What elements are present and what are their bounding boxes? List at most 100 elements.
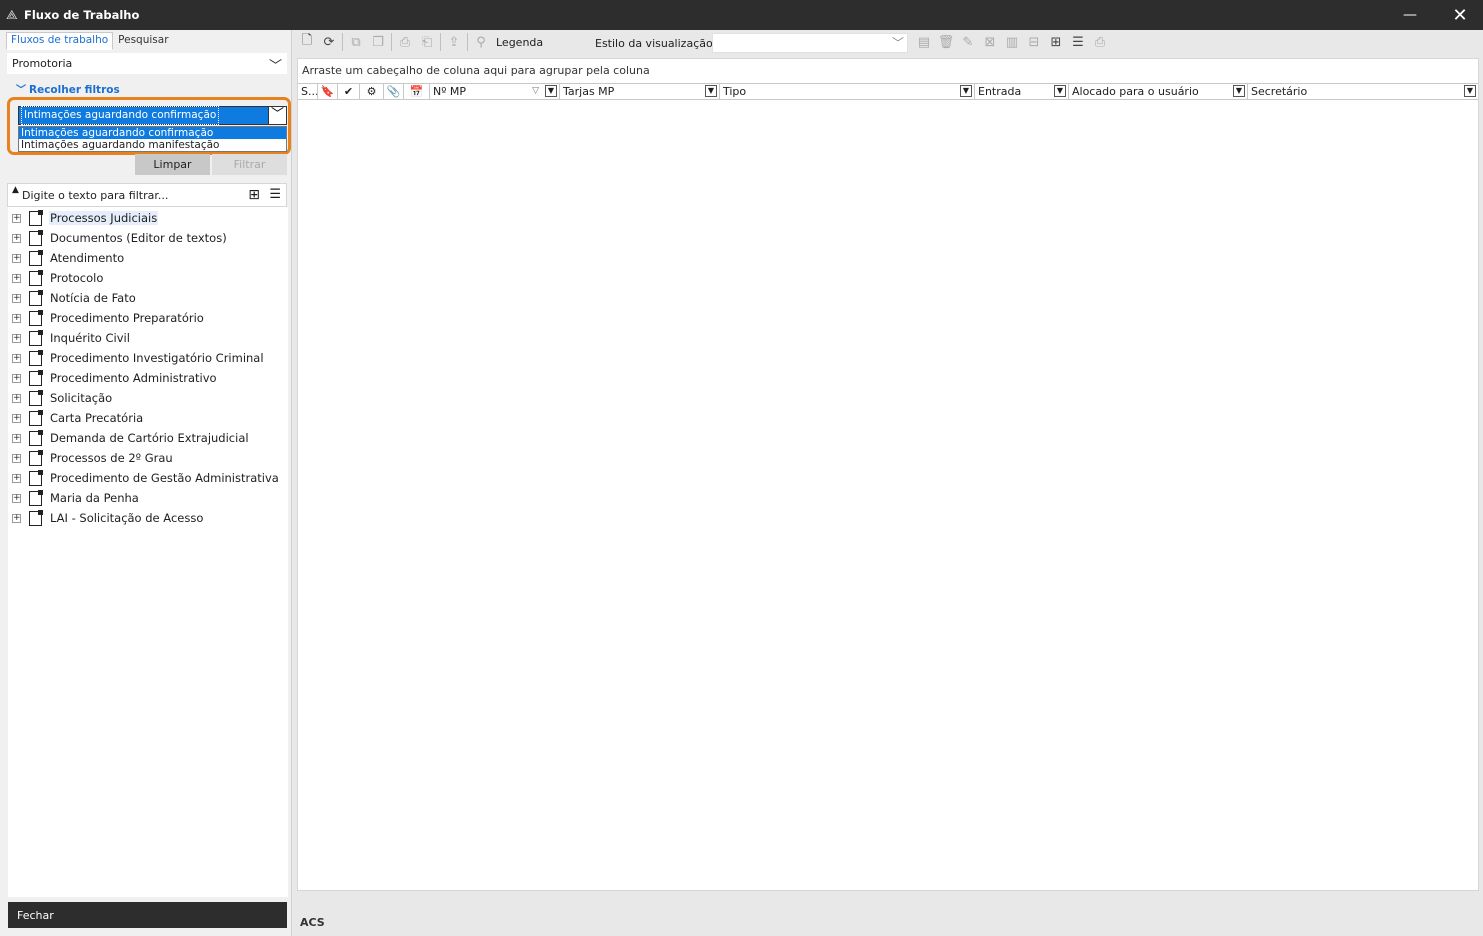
tree-item[interactable]: + Procedimento Preparatório bbox=[8, 308, 205, 328]
tree-item[interactable]: + Atendimento bbox=[8, 248, 125, 268]
chevron-down-icon[interactable]: ﹀ bbox=[268, 106, 287, 125]
check-column-icon[interactable]: ✔ bbox=[338, 84, 360, 99]
legend-icon[interactable]: ⚲ bbox=[470, 31, 492, 53]
tree-item[interactable]: + Documentos (Editor de textos) bbox=[8, 228, 228, 248]
tree-item-label: Inquérito Civil bbox=[50, 331, 130, 345]
column-header-status[interactable]: S... bbox=[298, 84, 318, 99]
export-icon[interactable]: ⇪ bbox=[443, 31, 465, 53]
expand-icon[interactable]: + bbox=[12, 433, 21, 443]
expand-icon[interactable]: + bbox=[12, 473, 21, 483]
tree-item[interactable]: + LAI - Solicitação de Acesso bbox=[8, 508, 204, 528]
expand-icon[interactable]: + bbox=[12, 213, 21, 223]
column-header-tarjas[interactable]: Tarjas MP ▼ bbox=[560, 84, 720, 99]
column-header-tipo[interactable]: Tipo ▼ bbox=[720, 84, 975, 99]
window-title: Fluxo de Trabalho bbox=[24, 8, 140, 22]
expand-icon[interactable]: + bbox=[12, 253, 21, 263]
minimize-button[interactable]: — bbox=[1387, 0, 1433, 30]
notification-filter-select[interactable]: Intimações aguardando confirmação ﹀ bbox=[18, 106, 287, 125]
column-filter-icon[interactable]: ▼ bbox=[705, 85, 717, 97]
document-icon bbox=[29, 229, 43, 246]
dropdown-option[interactable]: Intimações aguardando confirmação bbox=[19, 127, 286, 139]
expand-icon[interactable]: + bbox=[12, 393, 21, 403]
column-header-secretario[interactable]: Secretário ▼ bbox=[1248, 84, 1478, 99]
bookmark-column-icon[interactable]: 🔖 bbox=[318, 84, 338, 99]
tree-item[interactable]: + Procedimento Investigatório Criminal bbox=[8, 348, 265, 368]
collapse-all-icon[interactable]: ☰ bbox=[1067, 31, 1089, 53]
expand-icon[interactable]: + bbox=[12, 513, 21, 523]
tree-item-label: Processos Judiciais bbox=[49, 211, 159, 225]
org-combo[interactable]: Promotoria ﹀ bbox=[7, 53, 287, 74]
expand-icon[interactable]: + bbox=[12, 453, 21, 463]
report-icon[interactable]: ▥ bbox=[1001, 31, 1023, 53]
new-document-icon[interactable]: 🗋 bbox=[296, 31, 318, 53]
status-text: ACS bbox=[300, 916, 325, 929]
tree-item[interactable]: + Inquérito Civil bbox=[8, 328, 131, 348]
tree-item[interactable]: + Processos Judiciais bbox=[8, 208, 159, 228]
tree-item[interactable]: + Solicitação bbox=[8, 388, 113, 408]
legend-button[interactable]: Legenda bbox=[496, 36, 543, 49]
expand-tree-icon[interactable]: ⊞ bbox=[248, 187, 260, 203]
tree-filter-input[interactable] bbox=[22, 187, 242, 203]
expand-icon[interactable]: + bbox=[12, 273, 21, 283]
filter-button[interactable]: Filtrar bbox=[212, 154, 287, 175]
tab-pesquisar[interactable]: Pesquisar bbox=[113, 32, 173, 50]
collapse-tree-icon[interactable]: ☰ bbox=[269, 187, 281, 202]
copy-icon[interactable]: ⧉ bbox=[345, 31, 367, 53]
tree-item[interactable]: + Notícia de Fato bbox=[8, 288, 137, 308]
collapse-filters-label: Recolher filtros bbox=[29, 84, 120, 96]
close-window-button[interactable]: ✕ bbox=[1437, 0, 1483, 30]
tree-item[interactable]: + Protocolo bbox=[8, 268, 104, 288]
tree-item[interactable]: + Procedimento de Gestão Administrativa bbox=[8, 468, 280, 488]
tree-item[interactable]: + Carta Precatória bbox=[8, 408, 144, 428]
view-style-select[interactable]: ﹀ bbox=[712, 33, 908, 53]
expand-icon[interactable]: + bbox=[12, 333, 21, 343]
expand-icon[interactable]: + bbox=[12, 413, 21, 423]
edit-view-icon[interactable]: ✎ bbox=[957, 31, 979, 53]
document-icon bbox=[29, 349, 43, 366]
sort-icon: ▽ bbox=[532, 86, 539, 96]
main-toolbar: 🗋 ⟳ ⧉ ❐ ⎙ ⎗ ⇪ ⚲ Legenda Estilo da visual… bbox=[296, 30, 1483, 54]
column-header-label: Alocado para o usuário bbox=[1072, 85, 1199, 98]
tab-fluxos[interactable]: Fluxos de trabalho bbox=[6, 32, 114, 50]
expand-icon[interactable]: + bbox=[12, 313, 21, 323]
tree-item[interactable]: + Processos de 2º Grau bbox=[8, 448, 174, 468]
refresh-icon[interactable]: ⟳ bbox=[318, 31, 340, 53]
close-panel-button[interactable]: Fechar bbox=[8, 902, 287, 928]
dropdown-option[interactable]: Intimações aguardando manifestação bbox=[19, 139, 286, 151]
group-view-icon[interactable]: ⊟ bbox=[1023, 31, 1045, 53]
clear-button[interactable]: Limpar bbox=[135, 154, 210, 175]
tree-item[interactable]: + Maria da Penha bbox=[8, 488, 140, 508]
calendar-column-icon[interactable]: 📅 bbox=[404, 84, 430, 99]
expand-all-icon[interactable]: ⊞ bbox=[1045, 31, 1067, 53]
expand-icon[interactable]: + bbox=[12, 373, 21, 383]
attachment-column-icon[interactable]: 📎 bbox=[384, 84, 404, 99]
expand-icon[interactable]: + bbox=[12, 233, 21, 243]
column-header-entrada[interactable]: Entrada ▼ bbox=[975, 84, 1069, 99]
column-filter-icon[interactable]: ▼ bbox=[1233, 85, 1245, 97]
duplicate-icon[interactable]: ❐ bbox=[367, 31, 389, 53]
delete-view-icon[interactable]: 🗑 bbox=[935, 31, 957, 53]
excel-export-icon[interactable]: ⊠ bbox=[979, 31, 1001, 53]
tree-item[interactable]: + Procedimento Administrativo bbox=[8, 368, 218, 388]
sort-up-icon[interactable]: ▲ bbox=[12, 185, 19, 195]
expand-icon[interactable]: + bbox=[12, 293, 21, 303]
expand-icon[interactable]: + bbox=[12, 353, 21, 363]
column-header-alocado[interactable]: Alocado para o usuário ▼ bbox=[1069, 84, 1248, 99]
hierarchy-column-icon[interactable]: ⚙ bbox=[360, 84, 384, 99]
tree-item[interactable]: + Demanda de Cartório Extrajudicial bbox=[8, 428, 250, 448]
column-filter-icon[interactable]: ▼ bbox=[1464, 85, 1476, 97]
grid-header: S... 🔖 ✔ ⚙ 📎 📅 Nº MP ▽ ▼ Tarjas MP ▼ Tipo ▼ … bbox=[298, 83, 1478, 100]
column-filter-icon[interactable]: ▼ bbox=[545, 85, 557, 97]
column-filter-icon[interactable]: ▼ bbox=[960, 85, 972, 97]
tree-item-label: Procedimento Investigatório Criminal bbox=[50, 351, 264, 365]
column-filter-icon[interactable]: ▼ bbox=[1054, 85, 1066, 97]
column-header-nmp[interactable]: Nº MP ▽ ▼ bbox=[430, 84, 560, 99]
tree-item-label: Solicitação bbox=[50, 391, 113, 405]
document-icon bbox=[29, 289, 43, 306]
collapse-filters-link[interactable]: ﹀ Recolher filtros bbox=[16, 81, 120, 96]
print-icon[interactable]: ⎙ bbox=[1089, 31, 1111, 53]
send-icon[interactable]: ⎙ bbox=[394, 31, 416, 53]
receive-icon[interactable]: ⎗ bbox=[416, 31, 438, 53]
save-view-icon[interactable]: ▤ bbox=[913, 31, 935, 53]
expand-icon[interactable]: + bbox=[12, 493, 21, 503]
